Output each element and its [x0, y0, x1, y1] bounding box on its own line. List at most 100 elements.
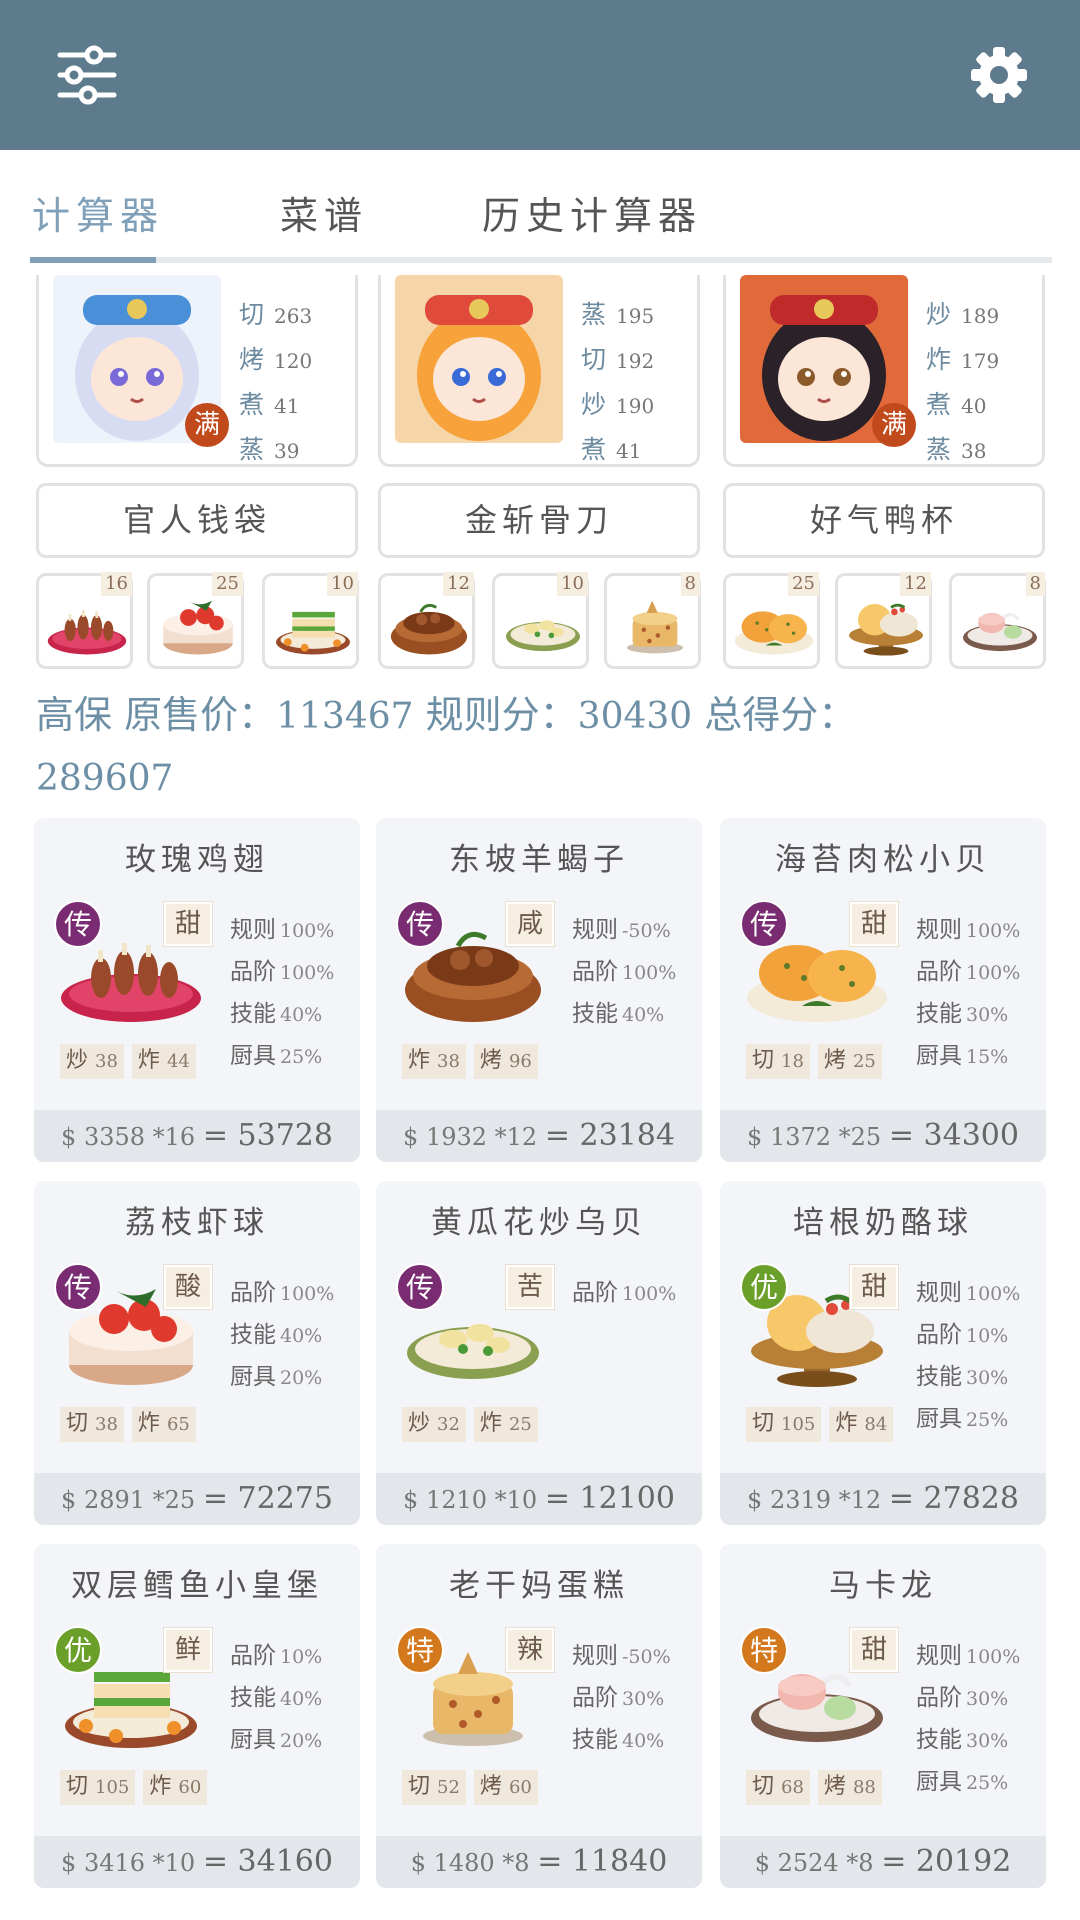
bonus-value: 100%	[966, 962, 1021, 984]
price-total: = 12100	[544, 1481, 675, 1516]
summary-total-label: 总得分：	[704, 693, 857, 737]
bonus-value: 40%	[280, 1004, 323, 1026]
bonus-row: 品阶 10%	[230, 1636, 360, 1678]
requirement-value: 44	[166, 1051, 190, 1072]
bonus-value: 40%	[622, 1730, 665, 1752]
price-total: = 23184	[544, 1118, 675, 1153]
skill-name: 炒	[581, 390, 607, 419]
taste-tag: 辣	[506, 1628, 554, 1672]
equipment-slot-2[interactable]: 金斩骨刀	[378, 483, 700, 558]
dish-card[interactable]: 东坡羊蝎子 传咸规则 -50% 品阶 100% 技能 40% 炸 38 烤 96 $ 1932 …	[376, 818, 702, 1162]
skill-value: 41	[274, 394, 300, 418]
bonus-value: 40%	[622, 1004, 665, 1026]
bonus-row: 技能 40%	[230, 1678, 360, 1720]
dish-card[interactable]: 培根奶酪球 优甜规则 100% 品阶 10% 技能 30% 厨具 25% 切 105 炸 84 $ …	[720, 1181, 1046, 1525]
summary-rule-value: 30430	[577, 696, 693, 737]
requirement-tag: 烤 96	[473, 1044, 538, 1079]
tab-underline	[30, 257, 1052, 263]
skill-requirements: 切 105 炸 84	[746, 1407, 901, 1442]
equipment-slot-1[interactable]: 官人钱袋	[36, 483, 358, 558]
selected-dish-slot[interactable]: 25	[723, 572, 820, 669]
app-header	[0, 0, 1080, 150]
rarity-badge: 传	[740, 900, 788, 948]
requirement-skill: 炸	[835, 1411, 858, 1436]
price-total: = 34160	[202, 1844, 333, 1879]
dish-name: 老干妈蛋糕	[449, 1568, 629, 1604]
bonus-label: 规则	[916, 1643, 962, 1669]
skill-name: 烤	[239, 345, 265, 374]
chef-skill: 煮 41	[581, 430, 697, 464]
skill-requirements: 炸 38 烤 96	[402, 1044, 546, 1079]
chef-card[interactable]: 满 切 263 烤 120 煮 41 蒸 39	[36, 275, 358, 467]
skill-value: 120	[274, 349, 313, 373]
skill-name: 炒	[926, 300, 952, 329]
tab-calculator[interactable]: 计算器	[32, 185, 164, 240]
requirement-tag: 炒 38	[60, 1044, 124, 1079]
price-total: = 34300	[888, 1118, 1019, 1153]
dish-card[interactable]: 荔枝虾球 传酸品阶 100% 技能 40% 厨具 20% 切 38 炸 65 $ 2891 *2…	[34, 1181, 360, 1525]
dish-price-bar: $ 2891 *25 = 72275	[34, 1473, 360, 1525]
sliders-icon[interactable]	[42, 30, 132, 120]
price-formula: $ 2319 *12	[747, 1486, 882, 1514]
bonus-row: 技能 30%	[916, 1357, 1046, 1399]
chef-skill: 煮 41	[239, 385, 355, 430]
requirement-value: 68	[781, 1777, 804, 1798]
skill-value: 195	[616, 304, 655, 328]
bonus-row: 厨具 25%	[230, 1036, 360, 1078]
requirement-tag: 切 68	[746, 1770, 810, 1805]
requirement-value: 60	[508, 1777, 532, 1798]
chef-card[interactable]: 蒸 195 切 192 炒 190 煮 41	[378, 275, 700, 467]
bonus-row: 技能 30%	[916, 1720, 1046, 1762]
bonus-label: 品阶	[572, 1685, 618, 1711]
selected-dish-slot[interactable]: 10	[492, 572, 589, 669]
selected-dish-slot[interactable]: 12	[835, 572, 932, 669]
selected-dish-slot[interactable]: 8	[949, 572, 1046, 669]
selected-dish-slot[interactable]: 8	[604, 572, 701, 669]
skill-value: 179	[961, 349, 1000, 373]
selected-dish-slot[interactable]: 10	[262, 572, 359, 669]
chef-skill: 烤 120	[239, 340, 355, 385]
gear-icon[interactable]	[954, 30, 1044, 120]
chef-skill: 蒸 39	[239, 430, 355, 464]
selected-dish-slot[interactable]: 16	[36, 572, 133, 669]
bonus-label: 厨具	[230, 1727, 276, 1753]
tab-bar: 计算器 菜谱 历史计算器	[0, 150, 1080, 265]
requirement-skill: 炸	[479, 1411, 502, 1436]
bonus-value: 30%	[966, 1688, 1009, 1710]
bonus-value: 25%	[280, 1046, 323, 1068]
dish-bonus-list: 规则 100% 品阶 100% 技能 40% 厨具 25%	[230, 910, 360, 1078]
bonus-value: 20%	[280, 1730, 323, 1752]
price-formula: $ 3416 *10	[61, 1849, 196, 1877]
price-formula: $ 2891 *25	[61, 1486, 196, 1514]
requirement-value: 65	[166, 1414, 190, 1435]
selected-dish-slot[interactable]: 12	[378, 572, 475, 669]
dish-card[interactable]: 黄瓜花炒乌贝 传苦品阶 100% 炒 32 炸 25 $ 1210 *10 = 1210…	[376, 1181, 702, 1525]
equipment-slot-3[interactable]: 好气鸭杯	[723, 483, 1045, 558]
dish-card[interactable]: 老干妈蛋糕 特辣规则 -50% 品阶 30% 技能 40% 切 52 烤 60 $ 1480 *…	[376, 1544, 702, 1888]
dish-card[interactable]: 玫瑰鸡翅 传甜规则 100% 品阶 100% 技能 40% 厨具 25% 炒 38 炸 44 $ 3…	[34, 818, 360, 1162]
skill-requirements: 切 52 烤 60	[402, 1770, 546, 1805]
requirement-skill: 烤	[479, 1774, 502, 1799]
bonus-row: 品阶 30%	[916, 1678, 1046, 1720]
requirement-tag: 炒 32	[402, 1407, 466, 1442]
dish-count: 8	[1025, 572, 1045, 596]
dish-price-bar: $ 3416 *10 = 34160	[34, 1836, 360, 1888]
chef-skill: 炒 189	[926, 295, 1042, 340]
bonus-label: 技能	[916, 1001, 962, 1027]
requirement-tag: 切 18	[746, 1044, 810, 1079]
bonus-row: 品阶 100%	[230, 952, 360, 994]
dish-card[interactable]: 海苔肉松小贝 传甜规则 100% 品阶 100% 技能 30% 厨具 15% 切 18 烤 25 $…	[720, 818, 1046, 1162]
chef-card[interactable]: 满 炒 189 炸 179 煮 40 蒸 38	[723, 275, 1045, 467]
requirement-value: 38	[95, 1414, 118, 1435]
dish-card[interactable]: 双层鳕鱼小皇堡 优鲜品阶 10% 技能 40% 厨具 20% 切 105 炸 60 $ 3416…	[34, 1544, 360, 1888]
bonus-row: 规则 100%	[916, 1273, 1046, 1315]
bonus-label: 规则	[916, 917, 962, 943]
requirement-skill: 烤	[823, 1048, 846, 1073]
dish-card[interactable]: 马卡龙 特甜规则 100% 品阶 30% 技能 30% 厨具 25% 切 68 烤 88 $ 252…	[720, 1544, 1046, 1888]
tab-history-calculator[interactable]: 历史计算器	[482, 185, 702, 240]
selected-dish-slot[interactable]: 25	[147, 572, 244, 669]
requirement-tag: 烤 88	[817, 1770, 882, 1805]
skill-name: 蒸	[239, 435, 265, 464]
rarity-badge: 传	[396, 900, 444, 948]
tab-recipes[interactable]: 菜谱	[280, 185, 368, 240]
